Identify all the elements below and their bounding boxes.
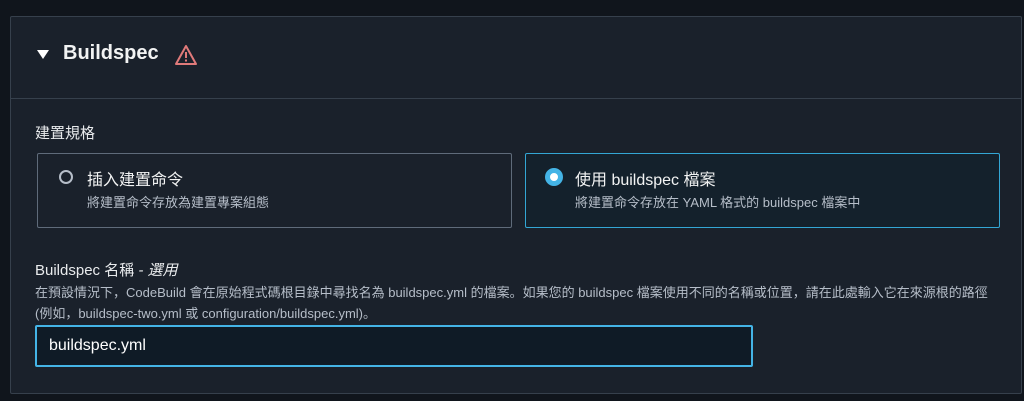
radio-button[interactable]	[59, 170, 73, 184]
buildspec-name-description: 在預設情況下，CodeBuild 會在原始程式碼根目錄中尋找名為 buildsp…	[35, 285, 988, 321]
buildspec-name-input[interactable]	[35, 325, 753, 367]
option-title: 插入建置命令	[87, 172, 184, 189]
option-insert-build-commands[interactable]: 插入建置命令 將建置命令存放為建置專案組態	[37, 153, 512, 228]
radio-button-selected[interactable]	[545, 168, 563, 186]
optional-tag: - 選用	[138, 262, 178, 279]
buildspec-panel: Buildspec 建置規格 插入建置命令 將建置命令存放為建置專案組態 使用 …	[10, 16, 1022, 394]
option-title: 使用 buildspec 檔案	[575, 172, 716, 189]
build-spec-label: 建置規格	[35, 125, 96, 142]
option-use-buildspec-file[interactable]: 使用 buildspec 檔案 將建置命令存放在 YAML 格式的 builds…	[525, 153, 1000, 228]
option-description: 將建置命令存放為建置專案組態	[87, 195, 270, 210]
buildspec-name-label: Buildspec 名稱 - 選用	[35, 259, 178, 280]
section-title: Buildspec	[63, 42, 159, 64]
panel-header[interactable]: Buildspec	[11, 17, 1021, 99]
option-description: 將建置命令存放在 YAML 格式的 buildspec 檔案中	[575, 195, 861, 210]
warning-triangle-icon	[175, 45, 197, 65]
caret-down-icon[interactable]	[37, 50, 49, 59]
buildspec-name-label-text: Buildspec 名稱	[35, 262, 135, 279]
